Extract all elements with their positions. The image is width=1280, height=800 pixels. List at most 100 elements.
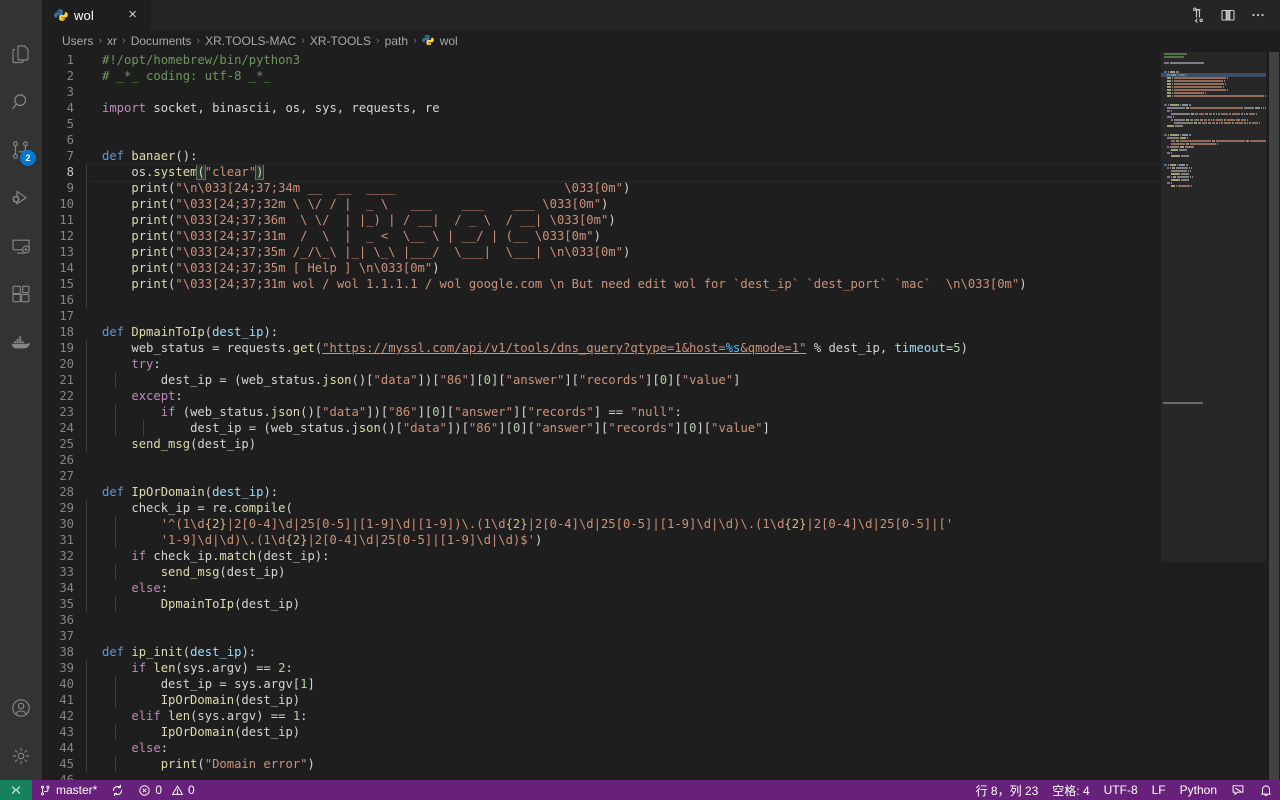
code-line[interactable]: 22 except: [42, 388, 1280, 404]
code-line[interactable]: 1 #!/opt/homebrew/bin/python3 [42, 52, 1280, 68]
code-line[interactable]: 3 [42, 84, 1280, 100]
minimap-slider[interactable] [1161, 52, 1266, 562]
indent-guide [86, 292, 87, 308]
breadcrumb-item-0[interactable]: Users [62, 34, 93, 48]
code-line[interactable]: 25 send_msg(dest_ip) [42, 436, 1280, 452]
breadcrumb-item-1[interactable]: xr [107, 34, 117, 48]
code-line[interactable]: 31 '1-9]\d|\d)\.(1\d{2}|2[0-4]\d|25[0-5]… [42, 532, 1280, 548]
split-editor-vertical-icon[interactable] [1190, 7, 1206, 23]
token-fn: json [322, 373, 352, 387]
more-actions-icon[interactable] [1250, 7, 1266, 23]
status-sync[interactable] [104, 780, 131, 800]
token-kw: import [102, 101, 147, 115]
token-txt: ][ [468, 373, 484, 387]
code-line[interactable]: 28 def IpOrDomain(dest_ip): [42, 484, 1280, 500]
breadcrumb-item-2[interactable]: Documents [131, 34, 192, 48]
code-line[interactable]: 24 dest_ip = (web_status.json()["data"])… [42, 420, 1280, 436]
code-line[interactable]: 21 dest_ip = (web_status.json()["data"])… [42, 372, 1280, 388]
code-line[interactable]: 42 elif len(sys.argv) == 1: [42, 708, 1280, 724]
breadcrumb-item-5[interactable]: path [385, 34, 408, 48]
code-line[interactable]: 19 web_status = requests.get("https://my… [42, 340, 1280, 356]
status-encoding[interactable]: UTF-8 [1097, 780, 1145, 800]
code-line[interactable]: 2 # _*_ coding: utf-8 _*_ [42, 68, 1280, 84]
sidebar-item-search[interactable] [0, 78, 42, 126]
status-indentation[interactable]: 空格: 4 [1045, 780, 1096, 800]
status-feedback[interactable] [1224, 780, 1252, 800]
sidebar-item-explorer[interactable] [0, 30, 42, 78]
minimap[interactable] [1161, 52, 1266, 780]
editor-tab-wol[interactable]: wol × [42, 0, 152, 30]
code-line[interactable]: 17 [42, 308, 1280, 324]
code-line[interactable]: 14 print("\033[24;37;35m [ Help ] \n\033… [42, 260, 1280, 276]
code-lines[interactable]: 1 #!/opt/homebrew/bin/python3 2 # _*_ codin… [42, 52, 1280, 780]
code-line[interactable]: 43 IpOrDomain(dest_ip) [42, 724, 1280, 740]
code-line[interactable]: 6 [42, 132, 1280, 148]
code-line[interactable]: 32 if check_ip.match(dest_ip): [42, 548, 1280, 564]
code-line[interactable]: 41 IpOrDomain(dest_ip) [42, 692, 1280, 708]
line-number: 11 [59, 213, 74, 227]
breadcrumb-item-4[interactable]: XR-TOOLS [310, 34, 371, 48]
close-icon[interactable]: × [118, 7, 141, 24]
line-number: 23 [59, 405, 74, 419]
code-line[interactable]: 26 [42, 452, 1280, 468]
sidebar-item-source-control[interactable]: 2 [0, 126, 42, 174]
sidebar-item-docker[interactable] [0, 318, 42, 366]
indent-guide [114, 596, 116, 612]
code-line[interactable]: 18 def DpmainToIp(dest_ip): [42, 324, 1280, 340]
status-eol[interactable]: LF [1145, 780, 1173, 800]
code-line[interactable]: 37 [42, 628, 1280, 644]
status-notifications[interactable] [1252, 780, 1280, 800]
code-line[interactable]: 29 check_ip = re.compile( [42, 500, 1280, 516]
scrollbar-thumb[interactable] [1269, 52, 1279, 780]
code-line[interactable]: 23 if (web_status.json()["data"])["86"][… [42, 404, 1280, 420]
toggle-panel-icon[interactable] [1220, 7, 1236, 23]
status-problems[interactable]: 0 0 [131, 780, 201, 800]
sidebar-item-run-and-debug[interactable] [0, 174, 42, 222]
breadcrumb-item-6[interactable]: wol [421, 34, 458, 48]
code-line[interactable]: 34 else: [42, 580, 1280, 596]
code-line[interactable]: 27 [42, 468, 1280, 484]
status-remote-host[interactable] [0, 780, 32, 800]
line-number: 3 [66, 85, 74, 99]
code-line[interactable]: 7 def banaer(): [42, 148, 1280, 164]
editor-viewport[interactable]: 1 #!/opt/homebrew/bin/python3 2 # _*_ codin… [42, 52, 1280, 780]
code-line[interactable]: 16 [42, 292, 1280, 308]
token-str: "answer" [505, 373, 565, 387]
code-line[interactable]: 35 DpmainToIp(dest_ip) [42, 596, 1280, 612]
token-fn: print [160, 757, 198, 771]
status-branch[interactable]: master* [32, 780, 104, 800]
editor-scrollbar[interactable] [1266, 52, 1280, 780]
sidebar-item-remote-explorer[interactable] [0, 222, 42, 270]
status-language-mode[interactable]: Python [1173, 780, 1224, 800]
status-cursor-position[interactable]: 行 8，列 23 [969, 780, 1046, 800]
code-line[interactable]: 33 send_msg(dest_ip) [42, 564, 1280, 580]
code-line[interactable]: 38 def ip_init(dest_ip): [42, 644, 1280, 660]
token-kw2: def [102, 149, 125, 163]
code-line[interactable]: 13 print("\033[24;37;35m /_/\_\ |_| \_\ … [42, 244, 1280, 260]
code-text: check_ip = re.compile( [86, 500, 293, 516]
code-line[interactable]: 4 import socket, binascii, os, sys, reque… [42, 100, 1280, 116]
code-line[interactable]: 15 print("\033[24;37;31m wol / wol 1.1.1… [42, 276, 1280, 292]
code-line[interactable]: 39 if len(sys.argv) == 2: [42, 660, 1280, 676]
code-line[interactable]: 46 [42, 772, 1280, 780]
code-line[interactable]: 20 try: [42, 356, 1280, 372]
bracket-match: ( [196, 164, 206, 180]
indent-guide [86, 596, 87, 612]
code-line[interactable]: 5 [42, 116, 1280, 132]
code-line[interactable]: 10 print("\033[24;37;32m \ \/ / | _ \ __… [42, 196, 1280, 212]
sidebar-item-manage-settings[interactable] [0, 732, 42, 780]
sidebar-item-accounts[interactable] [0, 684, 42, 732]
breadcrumb-item-3[interactable]: XR.TOOLS-MAC [205, 34, 296, 48]
code-line[interactable]: 36 [42, 612, 1280, 628]
code-line[interactable]: 11 print("\033[24;37;36m \ \/ | |_) | / … [42, 212, 1280, 228]
code-line[interactable]: 9 print("\n\033[24;37;34m __ __ ____ \03… [42, 180, 1280, 196]
code-line[interactable]: 44 else: [42, 740, 1280, 756]
code-line[interactable]: 40 dest_ip = sys.argv[1] [42, 676, 1280, 692]
code-line[interactable]: 12 print("\033[24;37;31m / \ | _ < \__ \… [42, 228, 1280, 244]
token-txt: ][ [439, 405, 455, 419]
code-line[interactable]: 45 print("Domain error") [42, 756, 1280, 772]
code-line[interactable]: 8 os.system("clear") [42, 164, 1280, 182]
code-line[interactable]: 30 '^(1\d{2}|2[0-4]\d|25[0-5]|[1-9]\d|[1… [42, 516, 1280, 532]
code-text: def IpOrDomain(dest_ip): [86, 484, 278, 500]
sidebar-item-extensions[interactable] [0, 270, 42, 318]
